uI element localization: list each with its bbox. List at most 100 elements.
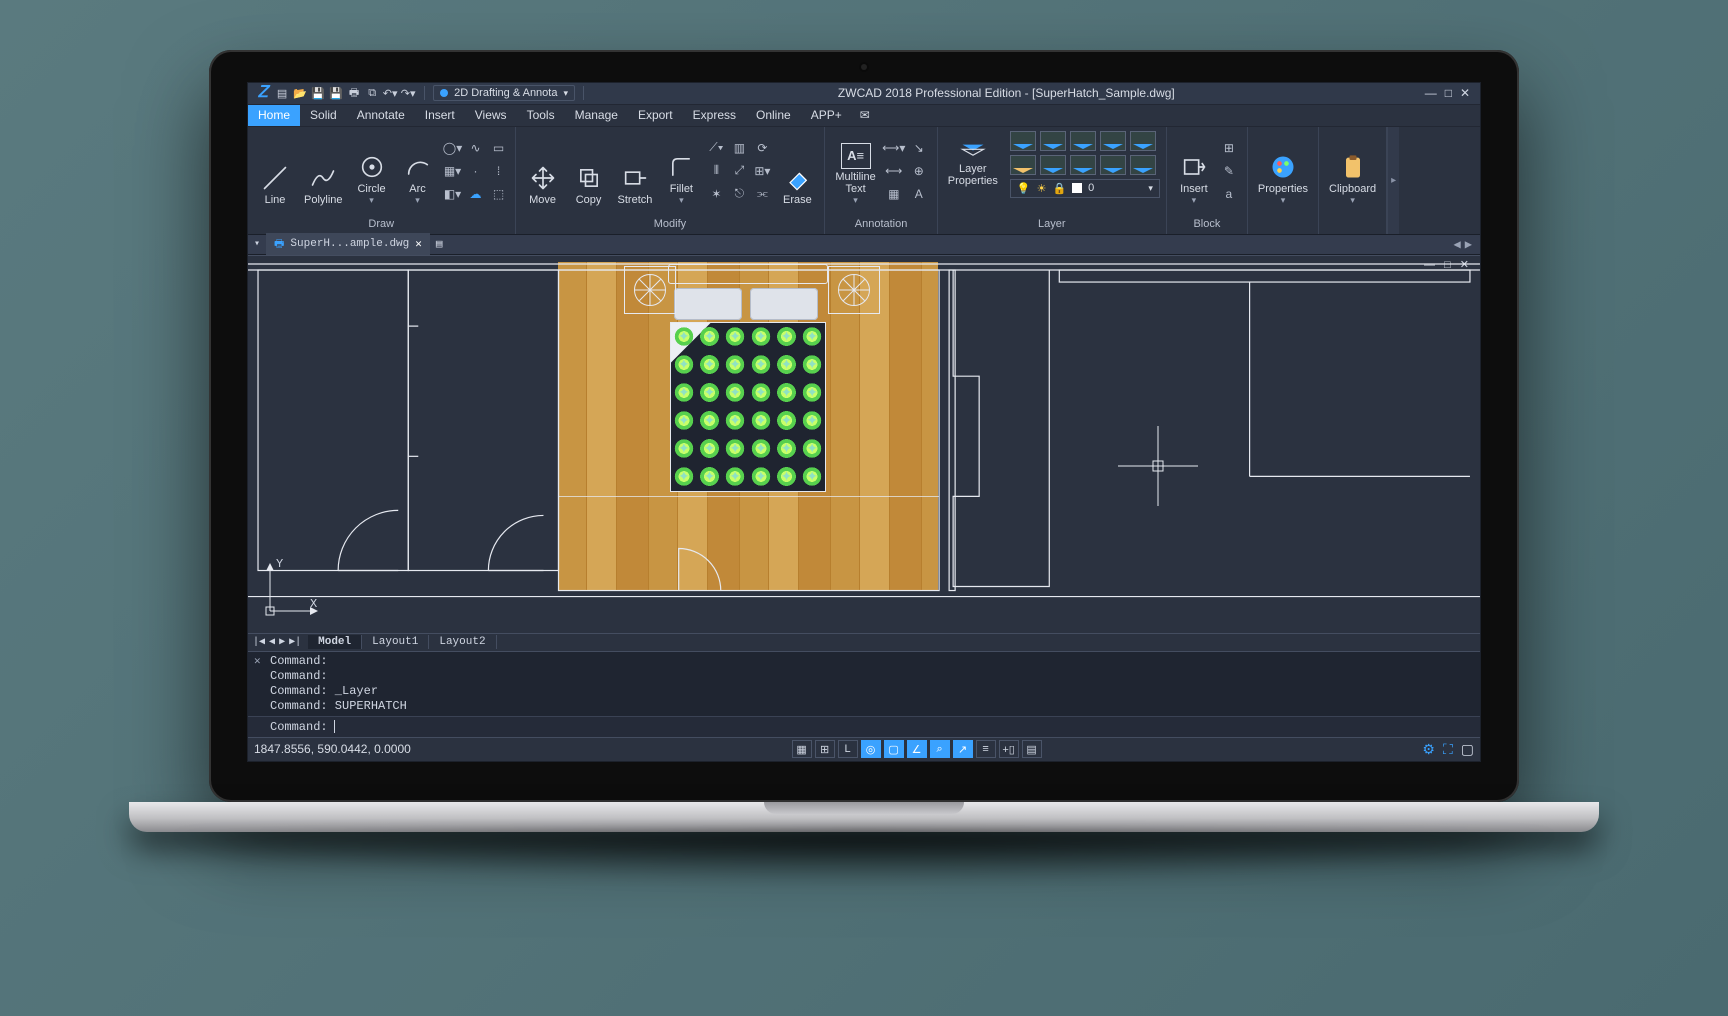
toggle-osnap[interactable]: ▢ [884, 740, 904, 758]
close-button[interactable]: ✕ [1460, 86, 1470, 100]
block-attr-icon[interactable]: a [1219, 184, 1239, 204]
tab-home[interactable]: Home [248, 105, 300, 126]
fillet-button[interactable]: Fillet [660, 134, 702, 208]
insert-button[interactable]: Insert [1173, 134, 1215, 208]
cmd-close-icon[interactable]: ✕ [254, 655, 261, 670]
qat-preview-icon[interactable]: ⧉ [364, 86, 380, 100]
layout-last-icon[interactable]: ▶| [288, 636, 302, 648]
line-button[interactable]: Line [254, 134, 296, 208]
region-icon[interactable]: ◧▾ [443, 184, 463, 204]
dim-style-icon[interactable]: ⟷ [884, 161, 904, 181]
tab-solid[interactable]: Solid [300, 105, 347, 126]
break-icon[interactable]: ⎋ [729, 184, 749, 204]
qat-save-icon[interactable]: 💾 [310, 86, 326, 100]
ellipse-icon[interactable]: ◯▾ [443, 138, 463, 158]
toggle-dyn[interactable]: ⌕ [930, 740, 950, 758]
minimize-button[interactable]: — [1425, 86, 1437, 100]
mtext-button[interactable]: A≡ Multiline Text [831, 134, 879, 208]
tab-next-icon[interactable]: ▶ [1463, 237, 1474, 252]
toggle-grid[interactable]: ▦ [792, 740, 812, 758]
fullscreen-icon[interactable]: ⛶ [1443, 741, 1453, 758]
layout-prev-icon[interactable]: ◀ [268, 636, 276, 648]
layerstate-9[interactable] [1100, 155, 1126, 175]
properties-button[interactable]: Properties [1254, 134, 1312, 208]
toggle-annoscale[interactable]: ▤ [1022, 740, 1042, 758]
toggle-polar[interactable]: ◎ [861, 740, 881, 758]
polyline-button[interactable]: Polyline [300, 134, 347, 208]
rect-icon[interactable]: ▭ [489, 138, 509, 158]
layer-dropdown[interactable]: 💡 ☀ 🔒 0 ▾ [1010, 179, 1160, 198]
point-icon[interactable]: · [466, 161, 486, 181]
trim-icon[interactable]: ⟋▾ [706, 138, 726, 158]
leader-icon[interactable]: ↘ [909, 138, 929, 158]
layerprops-button[interactable]: Layer Properties [944, 131, 1002, 189]
divide-icon[interactable]: ⁞ [489, 161, 509, 181]
qat-plot-icon[interactable]: 🖶 [346, 86, 362, 100]
layerstate-10[interactable] [1130, 155, 1156, 175]
layerstate-4[interactable] [1100, 131, 1126, 151]
qat-undo-icon[interactable]: ↶▾ [382, 86, 398, 100]
centerline-icon[interactable]: ⊕ [909, 161, 929, 181]
tab-export[interactable]: Export [628, 105, 683, 126]
layerstate-5[interactable] [1130, 131, 1156, 151]
layout-tab-model[interactable]: Model [308, 635, 362, 649]
offset-icon[interactable]: ⫴ [706, 161, 726, 181]
close-tab-icon[interactable]: ✕ [415, 237, 422, 251]
settings-icon[interactable]: ⚙ [1422, 741, 1435, 758]
text-style-icon[interactable]: A [909, 184, 929, 204]
toggle-scale[interactable]: +▯ [999, 740, 1019, 758]
arc-button[interactable]: Arc [397, 134, 439, 208]
tab-app[interactable]: APP+ [801, 105, 852, 126]
tab-views[interactable]: Views [465, 105, 517, 126]
tab-manage[interactable]: Manage [565, 105, 628, 126]
hatch-icon[interactable]: ▦▾ [443, 161, 463, 181]
tab-online[interactable]: Online [746, 105, 801, 126]
tab-prev-icon[interactable]: ◀ [1452, 237, 1463, 252]
move-button[interactable]: Move [522, 134, 564, 208]
tab-express[interactable]: Express [683, 105, 746, 126]
explode-icon[interactable]: ✶ [706, 184, 726, 204]
layout-tab-1[interactable]: Layout1 [362, 635, 429, 649]
wipeout-icon[interactable]: ⬚ [489, 184, 509, 204]
cloud-icon[interactable]: ☁ [466, 184, 486, 204]
toggle-model[interactable]: ≡ [976, 740, 996, 758]
tab-tools[interactable]: Tools [517, 105, 565, 126]
tab-insert[interactable]: Insert [415, 105, 465, 126]
layerstate-6[interactable] [1010, 155, 1036, 175]
qat-new-icon[interactable]: ▤ [274, 86, 290, 100]
toggle-gridsnap[interactable]: ⊞ [815, 740, 835, 758]
qat-redo-icon[interactable]: ↷▾ [400, 86, 416, 100]
clipboard-button[interactable]: Clipboard [1325, 134, 1380, 208]
maximize-button[interactable]: □ [1445, 86, 1452, 100]
dim-linear-icon[interactable]: ⟷▾ [884, 138, 904, 158]
document-tab[interactable]: 🖶 SuperH...ample.dwg ✕ [266, 233, 430, 256]
qat-saveas-icon[interactable]: 💾 [328, 86, 344, 100]
stretch-button[interactable]: Stretch [614, 134, 657, 208]
join-icon[interactable]: ⫘ [752, 184, 772, 204]
erase-button[interactable]: Erase [776, 134, 818, 208]
block-edit-icon[interactable]: ✎ [1219, 161, 1239, 181]
app-logo[interactable]: Ꮓ [252, 84, 274, 102]
layerstate-7[interactable] [1040, 155, 1066, 175]
copy-button[interactable]: Copy [568, 134, 610, 208]
circle-button[interactable]: Circle [351, 134, 393, 208]
tab-annotate[interactable]: Annotate [347, 105, 415, 126]
scale-icon[interactable]: ⤢ [729, 161, 749, 181]
qat-open-icon[interactable]: 📂 [292, 86, 308, 100]
toggle-otrack[interactable]: ∠ [907, 740, 927, 758]
spline-icon[interactable]: ∿ [466, 138, 486, 158]
rotate-icon[interactable]: ⟳ [752, 138, 772, 158]
command-input[interactable] [341, 720, 1472, 734]
doctab-menu-icon[interactable]: ▾ [254, 238, 260, 250]
toggle-lwt[interactable]: ↗ [953, 740, 973, 758]
workspace-switcher[interactable]: 2D Drafting & Annota ▾ [433, 85, 575, 101]
layout-first-icon[interactable]: |◀ [252, 636, 266, 648]
layerstate-3[interactable] [1070, 131, 1096, 151]
layout-tab-2[interactable]: Layout2 [429, 635, 496, 649]
ribbon-collapse[interactable]: ▸ [1387, 127, 1399, 234]
mirror-icon[interactable]: ▥ [729, 138, 749, 158]
block-create-icon[interactable]: ⊞ [1219, 138, 1239, 158]
layerstate-1[interactable] [1010, 131, 1036, 151]
toggle-ortho[interactable]: L [838, 740, 858, 758]
new-doc-icon[interactable]: ▤ [436, 237, 443, 251]
